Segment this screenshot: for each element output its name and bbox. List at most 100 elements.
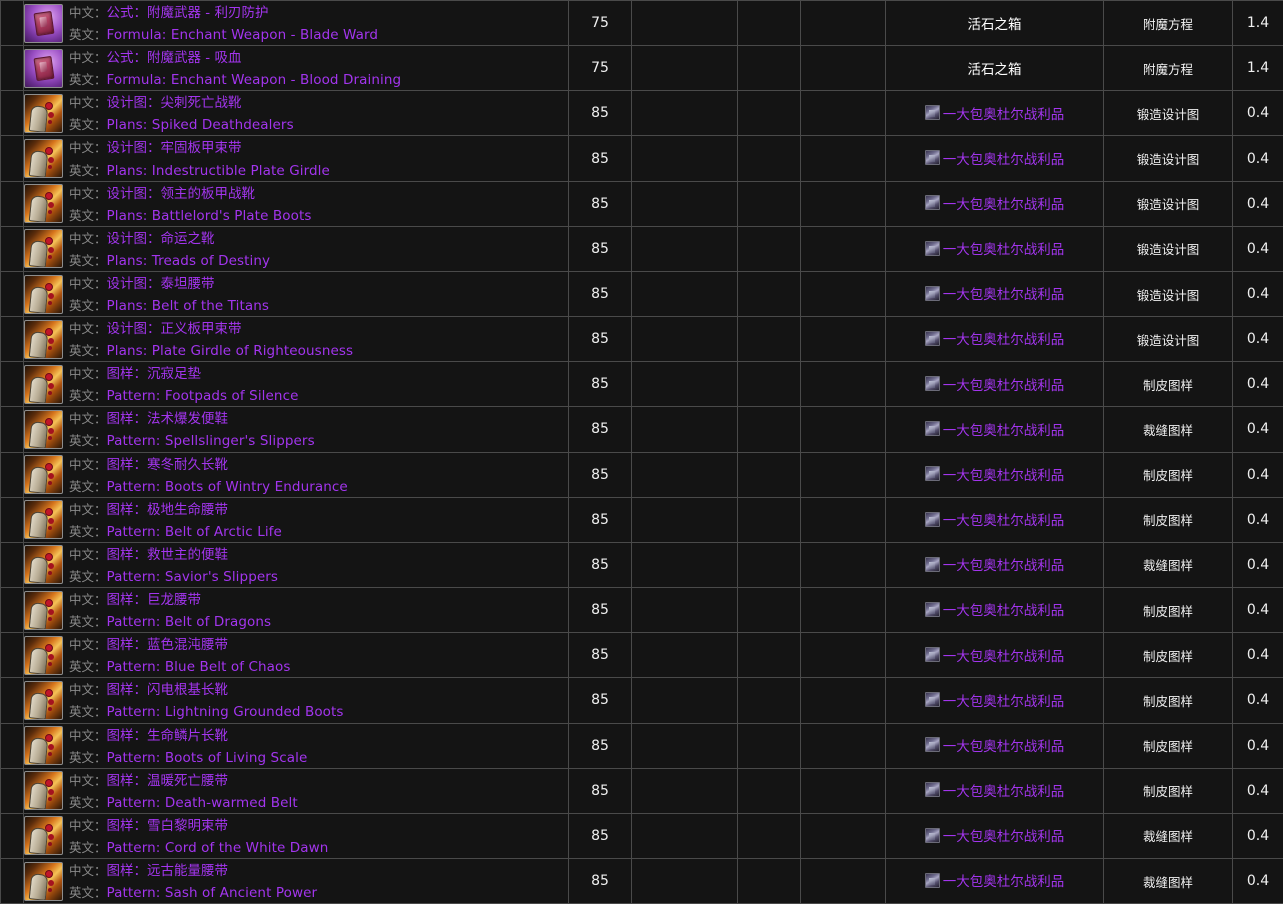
item-name-cell[interactable]: 中文：设计图：尖刺死亡战靴英文：Plans: Spiked Deathdeale… [24,91,569,136]
item-name-cell[interactable]: 中文：图样：蓝色混沌腰带英文：Pattern: Blue Belt of Cha… [24,633,569,678]
drop-source-link[interactable]: 一大包奥杜尔战利品 [943,735,1065,755]
drop-source-cell[interactable]: 活石之箱 [886,1,1104,46]
plans-scroll-icon[interactable] [24,94,63,133]
item-name-zh[interactable]: 公式：附魔武器 - 吸血 [107,50,242,66]
table-row[interactable]: 中文：图样：寒冬耐久长靴英文：Pattern: Boots of Wintry … [1,452,1283,497]
item-name-zh[interactable]: 图样：雪白黎明束带 [107,818,229,834]
plans-scroll-icon[interactable] [24,139,63,178]
drop-source-cell[interactable]: 一大包奥杜尔战利品 [886,271,1104,316]
drop-source-cell[interactable]: 一大包奥杜尔战利品 [886,136,1104,181]
drop-source-link[interactable]: 一大包奥杜尔战利品 [943,374,1065,394]
item-name-zh[interactable]: 图样：生命鳞片长靴 [107,728,229,744]
table-row[interactable]: 中文：图样：沉寂足垫英文：Pattern: Footpads of Silenc… [1,362,1283,407]
table-row[interactable]: 中文：设计图：尖刺死亡战靴英文：Plans: Spiked Deathdeale… [1,91,1283,136]
table-row[interactable]: 中文：图样：极地生命腰带英文：Pattern: Belt of Arctic L… [1,497,1283,542]
item-name-en[interactable]: Pattern: Cord of the White Dawn [107,840,329,856]
plans-scroll-icon[interactable] [24,862,63,901]
item-name-en[interactable]: Plans: Battlelord's Plate Boots [107,208,312,224]
drop-source-cell[interactable]: 一大包奥杜尔战利品 [886,588,1104,633]
enchant-scroll-icon[interactable] [24,4,63,43]
plans-scroll-icon[interactable] [24,771,63,810]
drop-source-link[interactable]: 一大包奥杜尔战利品 [943,148,1065,168]
drop-source-link[interactable]: 一大包奥杜尔战利品 [943,328,1065,348]
drop-source-link[interactable]: 一大包奥杜尔战利品 [943,780,1065,800]
table-row[interactable]: 中文：设计图：泰坦腰带英文：Plans: Belt of the Titans8… [1,271,1283,316]
item-name-en[interactable]: Pattern: Lightning Grounded Boots [107,704,344,720]
item-name-cell[interactable]: 中文：公式：附魔武器 - 吸血英文：Formula: Enchant Weapo… [24,46,569,91]
item-name-en[interactable]: Pattern: Blue Belt of Chaos [107,659,291,675]
item-name-cell[interactable]: 中文：图样：闪电根基长靴英文：Pattern: Lightning Ground… [24,678,569,723]
item-name-en[interactable]: Pattern: Savior's Slippers [107,569,279,585]
drop-source-cell[interactable]: 一大包奥杜尔战利品 [886,181,1104,226]
drop-source-cell[interactable]: 一大包奥杜尔战利品 [886,91,1104,136]
drop-source-link[interactable]: 一大包奥杜尔战利品 [943,825,1065,845]
item-name-zh[interactable]: 设计图：尖刺死亡战靴 [107,95,242,111]
item-name-cell[interactable]: 中文：图样：寒冬耐久长靴英文：Pattern: Boots of Wintry … [24,452,569,497]
drop-source-link[interactable]: 一大包奥杜尔战利品 [943,599,1065,619]
item-name-en[interactable]: Plans: Indestructible Plate Girdle [107,163,330,179]
table-row[interactable]: 中文：图样：救世主的便鞋英文：Pattern: Savior's Slipper… [1,542,1283,587]
drop-source-link[interactable]: 一大包奥杜尔战利品 [943,690,1065,710]
plans-scroll-icon[interactable] [24,455,63,494]
plans-scroll-icon[interactable] [24,410,63,449]
item-name-zh[interactable]: 图样：寒冬耐久长靴 [107,457,229,473]
plans-scroll-icon[interactable] [24,229,63,268]
drop-source-link[interactable]: 一大包奥杜尔战利品 [943,464,1065,484]
item-name-cell[interactable]: 中文：设计图：命运之靴英文：Plans: Treads of Destiny [24,226,569,271]
item-name-zh[interactable]: 图样：救世主的便鞋 [107,547,229,563]
item-name-zh[interactable]: 公式：附魔武器 - 利刃防护 [107,5,269,21]
item-name-en[interactable]: Formula: Enchant Weapon - Blood Draining [107,72,402,88]
item-name-zh[interactable]: 设计图：命运之靴 [107,231,215,247]
item-name-zh[interactable]: 图样：闪电根基长靴 [107,682,229,698]
item-name-cell[interactable]: 中文：图样：法术爆发便鞋英文：Pattern: Spellslinger's S… [24,407,569,452]
drop-source-cell[interactable]: 一大包奥杜尔战利品 [886,633,1104,678]
item-name-cell[interactable]: 中文：图样：温暖死亡腰带英文：Pattern: Death-warmed Bel… [24,768,569,813]
plans-scroll-icon[interactable] [24,275,63,314]
item-name-cell[interactable]: 中文：图样：极地生命腰带英文：Pattern: Belt of Arctic L… [24,497,569,542]
item-name-en[interactable]: Pattern: Sash of Ancient Power [107,885,318,901]
table-row[interactable]: 中文：公式：附魔武器 - 利刃防护英文：Formula: Enchant Wea… [1,1,1283,46]
drop-source-link[interactable]: 一大包奥杜尔战利品 [943,870,1065,890]
item-name-cell[interactable]: 中文：设计图：正义板甲束带英文：Plans: Plate Girdle of R… [24,317,569,362]
item-name-en[interactable]: Plans: Belt of the Titans [107,298,269,314]
item-name-zh[interactable]: 图样：巨龙腰带 [107,592,202,608]
table-row[interactable]: 中文：设计图：命运之靴英文：Plans: Treads of Destiny85… [1,226,1283,271]
drop-source-cell[interactable]: 一大包奥杜尔战利品 [886,723,1104,768]
drop-source-link[interactable]: 一大包奥杜尔战利品 [943,238,1065,258]
item-name-en[interactable]: Formula: Enchant Weapon - Blade Ward [107,27,379,43]
item-name-zh[interactable]: 图样：法术爆发便鞋 [107,411,229,427]
enchant-scroll-icon[interactable] [24,49,63,88]
drop-source-cell[interactable]: 活石之箱 [886,46,1104,91]
item-name-zh[interactable]: 图样：沉寂足垫 [107,366,202,382]
item-name-cell[interactable]: 中文：图样：生命鳞片长靴英文：Pattern: Boots of Living … [24,723,569,768]
drop-source-link[interactable]: 一大包奥杜尔战利品 [943,283,1065,303]
table-row[interactable]: 中文：设计图：正义板甲束带英文：Plans: Plate Girdle of R… [1,317,1283,362]
plans-scroll-icon[interactable] [24,681,63,720]
item-name-cell[interactable]: 中文：图样：巨龙腰带英文：Pattern: Belt of Dragons [24,588,569,633]
item-name-zh[interactable]: 图样：温暖死亡腰带 [107,773,229,789]
drop-source-link[interactable]: 一大包奥杜尔战利品 [943,193,1065,213]
item-name-cell[interactable]: 中文：设计图：领主的板甲战靴英文：Plans: Battlelord's Pla… [24,181,569,226]
item-name-cell[interactable]: 中文：设计图：牢固板甲束带英文：Plans: Indestructible Pl… [24,136,569,181]
drop-source-cell[interactable]: 一大包奥杜尔战利品 [886,362,1104,407]
plans-scroll-icon[interactable] [24,591,63,630]
item-name-en[interactable]: Pattern: Boots of Wintry Endurance [107,479,348,495]
item-name-zh[interactable]: 图样：极地生命腰带 [107,502,229,518]
item-name-en[interactable]: Pattern: Boots of Living Scale [107,750,308,766]
table-row[interactable]: 中文：公式：附魔武器 - 吸血英文：Formula: Enchant Weapo… [1,46,1283,91]
table-row[interactable]: 中文：图样：生命鳞片长靴英文：Pattern: Boots of Living … [1,723,1283,768]
drop-source-link[interactable]: 一大包奥杜尔战利品 [943,103,1065,123]
item-name-cell[interactable]: 中文：公式：附魔武器 - 利刃防护英文：Formula: Enchant Wea… [24,1,569,46]
drop-source-link[interactable]: 一大包奥杜尔战利品 [943,554,1065,574]
item-name-en[interactable]: Plans: Spiked Deathdealers [107,117,294,133]
table-row[interactable]: 中文：设计图：牢固板甲束带英文：Plans: Indestructible Pl… [1,136,1283,181]
item-name-zh[interactable]: 设计图：牢固板甲束带 [107,140,242,156]
drop-source-cell[interactable]: 一大包奥杜尔战利品 [886,497,1104,542]
item-name-zh[interactable]: 设计图：泰坦腰带 [107,276,215,292]
item-name-en[interactable]: Pattern: Death-warmed Belt [107,795,298,811]
table-row[interactable]: 中文：图样：蓝色混沌腰带英文：Pattern: Blue Belt of Cha… [1,633,1283,678]
item-name-cell[interactable]: 中文：设计图：泰坦腰带英文：Plans: Belt of the Titans [24,271,569,316]
item-name-zh[interactable]: 设计图：正义板甲束带 [107,321,242,337]
plans-scroll-icon[interactable] [24,365,63,404]
table-row[interactable]: 中文：图样：闪电根基长靴英文：Pattern: Lightning Ground… [1,678,1283,723]
